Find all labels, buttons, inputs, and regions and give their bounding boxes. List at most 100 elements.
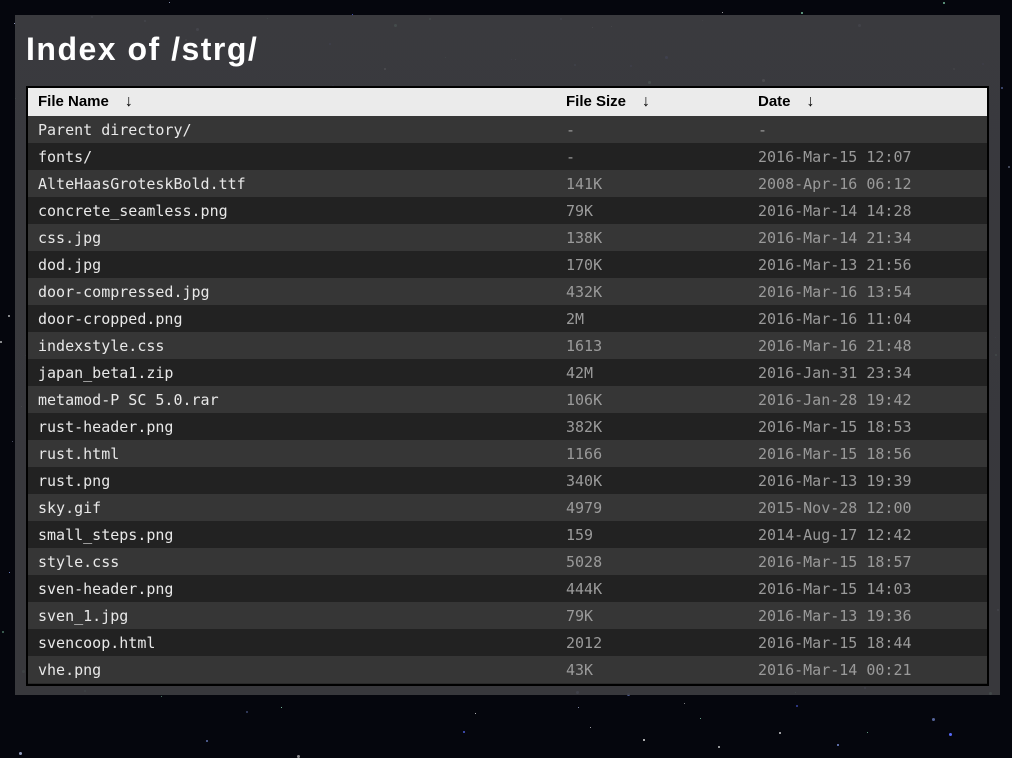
sort-down-arrow-icon[interactable]: ↓ <box>807 93 815 111</box>
file-name-link[interactable]: svencoop.html <box>28 629 556 656</box>
file-size: 138K <box>566 228 603 247</box>
file-date: 2016-Mar-13 19:39 <box>758 471 912 490</box>
table-row: small_steps.png 159 2014-Aug-17 12:42 <box>28 521 987 548</box>
star-dot <box>943 1 946 4</box>
file-date: 2016-Mar-16 13:54 <box>758 282 912 301</box>
star-dot <box>590 727 592 728</box>
file-date: - <box>758 120 768 139</box>
file-size: 79K <box>566 606 594 625</box>
file-date: 2016-Jan-31 23:34 <box>758 363 912 382</box>
column-header-file-name[interactable]: File Name ↓ <box>28 88 556 116</box>
table-row: door-compressed.jpg 432K 2016-Mar-16 13:54 <box>28 278 987 305</box>
star-dot <box>866 732 868 734</box>
table-row: sven-header.png 444K 2016-Mar-15 14:03 <box>28 575 987 602</box>
table-header-row: File Name ↓ File Size ↓ Date ↓ <box>28 88 987 116</box>
column-header-label[interactable]: Date <box>758 93 791 110</box>
table-row: sven_1.jpg 79K 2016-Mar-13 19:36 <box>28 602 987 629</box>
file-date: 2016-Mar-15 18:53 <box>758 417 912 436</box>
file-name-link[interactable]: rust.png <box>28 467 556 494</box>
star-dot <box>683 702 685 704</box>
file-date: 2014-Aug-17 12:42 <box>758 525 912 544</box>
table-row: concrete_seamless.png 79K 2016-Mar-14 14:2… <box>28 197 987 224</box>
file-name-link[interactable]: door-cropped.png <box>28 305 556 332</box>
table-row: fonts/- 2016-Mar-15 12:07 <box>28 143 987 170</box>
column-header-file-size[interactable]: File Size ↓ <box>556 88 748 116</box>
file-size: 106K <box>566 390 603 409</box>
file-size: 2M <box>566 309 585 328</box>
file-name-link[interactable]: Parent directory/ <box>28 116 556 143</box>
index-panel: Index of /strg/ File Name ↓ File Size ↓ Da… <box>15 15 1000 695</box>
column-header-label[interactable]: File Name <box>38 93 109 110</box>
star-dot <box>474 712 476 714</box>
star-dot <box>1001 86 1004 89</box>
file-name-link[interactable]: sky.gif <box>28 494 556 521</box>
table-row: rust-header.png 382K 2016-Mar-15 18:53 <box>28 413 987 440</box>
table-row: sky.gif 4979 2015-Nov-28 12:00 <box>28 494 987 521</box>
star-dot <box>722 12 724 14</box>
star-dot <box>1 630 4 633</box>
file-size: 2012 <box>566 633 603 652</box>
sort-down-arrow-icon[interactable]: ↓ <box>125 93 133 111</box>
file-date: 2008-Apr-16 06:12 <box>758 174 912 193</box>
file-size: 340K <box>566 471 603 490</box>
table-row: metamod-P SC 5.0.rar 106K 2016-Jan-28 19:4… <box>28 386 987 413</box>
column-header-date[interactable]: Date ↓ <box>748 88 987 116</box>
file-name-link[interactable]: AlteHaasGroteskBold.ttf <box>28 170 556 197</box>
file-name-link[interactable]: sven-header.png <box>28 575 556 602</box>
file-name-link[interactable]: style.css <box>28 548 556 575</box>
file-size: 432K <box>566 282 603 301</box>
file-name-link[interactable]: dod.jpg <box>28 251 556 278</box>
file-name-link[interactable]: fonts/ <box>28 143 556 170</box>
file-name-link[interactable]: css.jpg <box>28 224 556 251</box>
file-size: 79K <box>566 201 594 220</box>
table-row: css.jpg 138K 2016-Mar-14 21:34 <box>28 224 987 251</box>
file-date: 2016-Mar-14 14:28 <box>758 201 912 220</box>
file-date: 2016-Mar-13 19:36 <box>758 606 912 625</box>
file-size: - <box>566 120 576 139</box>
file-name-link[interactable]: concrete_seamless.png <box>28 197 556 224</box>
star-dot <box>160 695 162 697</box>
table-row: svencoop.html 2012 2016-Mar-15 18:44 <box>28 629 987 656</box>
table-row: rust.png 340K 2016-Mar-13 19:39 <box>28 467 987 494</box>
table-row: dod.jpg 170K 2016-Mar-13 21:56 <box>28 251 987 278</box>
table-row: indexstyle.css 1613 2016-Mar-16 21:48 <box>28 332 987 359</box>
file-size: 1166 <box>566 444 603 463</box>
file-size: 444K <box>566 579 603 598</box>
star-dot <box>778 731 781 734</box>
file-listing: File Name ↓ File Size ↓ Date ↓ Parent direc… <box>26 86 989 686</box>
file-name-link[interactable]: rust.html <box>28 440 556 467</box>
file-size: - <box>566 147 576 166</box>
star-dot <box>0 340 3 343</box>
file-name-link[interactable]: small_steps.png <box>28 521 556 548</box>
file-name-link[interactable]: vhe.png <box>28 656 556 683</box>
column-header-label[interactable]: File Size <box>566 93 626 110</box>
file-size: 141K <box>566 174 603 193</box>
file-size: 4979 <box>566 498 603 517</box>
table-row: style.css 5028 2016-Mar-15 18:57 <box>28 548 987 575</box>
star-dot <box>8 571 10 573</box>
file-name-link[interactable]: door-compressed.jpg <box>28 278 556 305</box>
page-title: Index of /strg/ <box>26 31 259 67</box>
sort-down-arrow-icon[interactable]: ↓ <box>642 93 650 111</box>
file-name-link[interactable]: rust-header.png <box>28 413 556 440</box>
file-date: 2016-Mar-15 12:07 <box>758 147 912 166</box>
star-dot <box>205 740 208 743</box>
file-date: 2016-Mar-15 18:57 <box>758 552 912 571</box>
star-dot <box>280 707 282 709</box>
file-name-link[interactable]: indexstyle.css <box>28 332 556 359</box>
star-dot <box>11 440 13 442</box>
star-dot <box>577 706 579 708</box>
star-dot <box>7 315 10 318</box>
file-size: 1613 <box>566 336 603 355</box>
star-dot <box>700 717 702 719</box>
star-dot <box>19 751 23 755</box>
file-name-link[interactable]: metamod-P SC 5.0.rar <box>28 386 556 413</box>
file-name-link[interactable]: sven_1.jpg <box>28 602 556 629</box>
star-dot <box>836 744 839 747</box>
file-name-link[interactable]: japan_beta1.zip <box>28 359 556 386</box>
file-date: 2016-Mar-15 18:56 <box>758 444 912 463</box>
star-dot <box>643 738 646 741</box>
file-date: 2015-Nov-28 12:00 <box>758 498 912 517</box>
file-date: 2016-Mar-16 11:04 <box>758 309 912 328</box>
star-dot <box>245 711 248 714</box>
